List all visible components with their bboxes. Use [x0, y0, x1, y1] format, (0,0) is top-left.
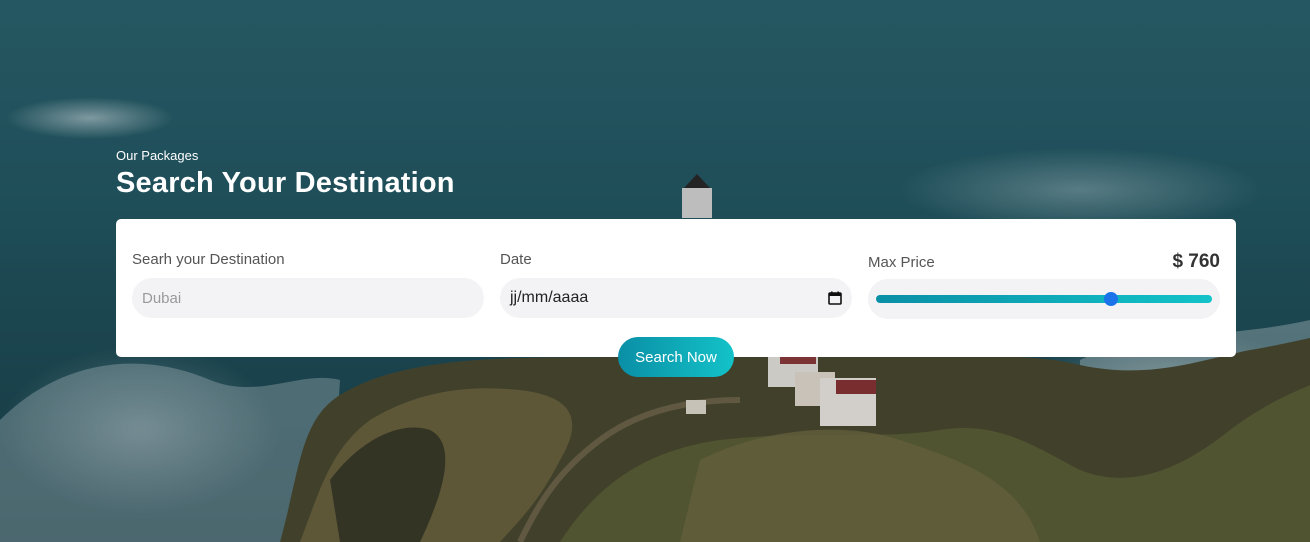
price-label: Max Price — [868, 253, 935, 271]
destination-input-wrapper — [132, 278, 484, 318]
search-now-button[interactable]: Search Now — [618, 337, 734, 377]
page-title: Search Your Destination — [116, 167, 455, 199]
price-value: $ 760 — [1172, 251, 1220, 272]
hero-eyebrow: Our Packages — [116, 148, 199, 163]
date-field: Date jj/mm/aaaa — [500, 251, 852, 318]
price-header: Max Price $ 760 — [868, 251, 1220, 273]
price-slider-thumb[interactable] — [1104, 292, 1119, 306]
destination-input[interactable] — [142, 289, 474, 307]
calendar-icon[interactable] — [828, 291, 842, 305]
date-value: jj/mm/aaaa — [510, 289, 589, 306]
price-slider[interactable] — [868, 279, 1220, 319]
price-slider-track[interactable] — [876, 295, 1212, 303]
destination-field: Searh your Destination — [132, 251, 484, 318]
destination-label: Searh your Destination — [132, 251, 285, 268]
price-field: Max Price $ 760 — [868, 251, 1220, 319]
date-label: Date — [500, 251, 532, 268]
hero-content: Our Packages Search Your Destination — [116, 148, 1236, 200]
date-input[interactable]: jj/mm/aaaa — [500, 278, 852, 318]
